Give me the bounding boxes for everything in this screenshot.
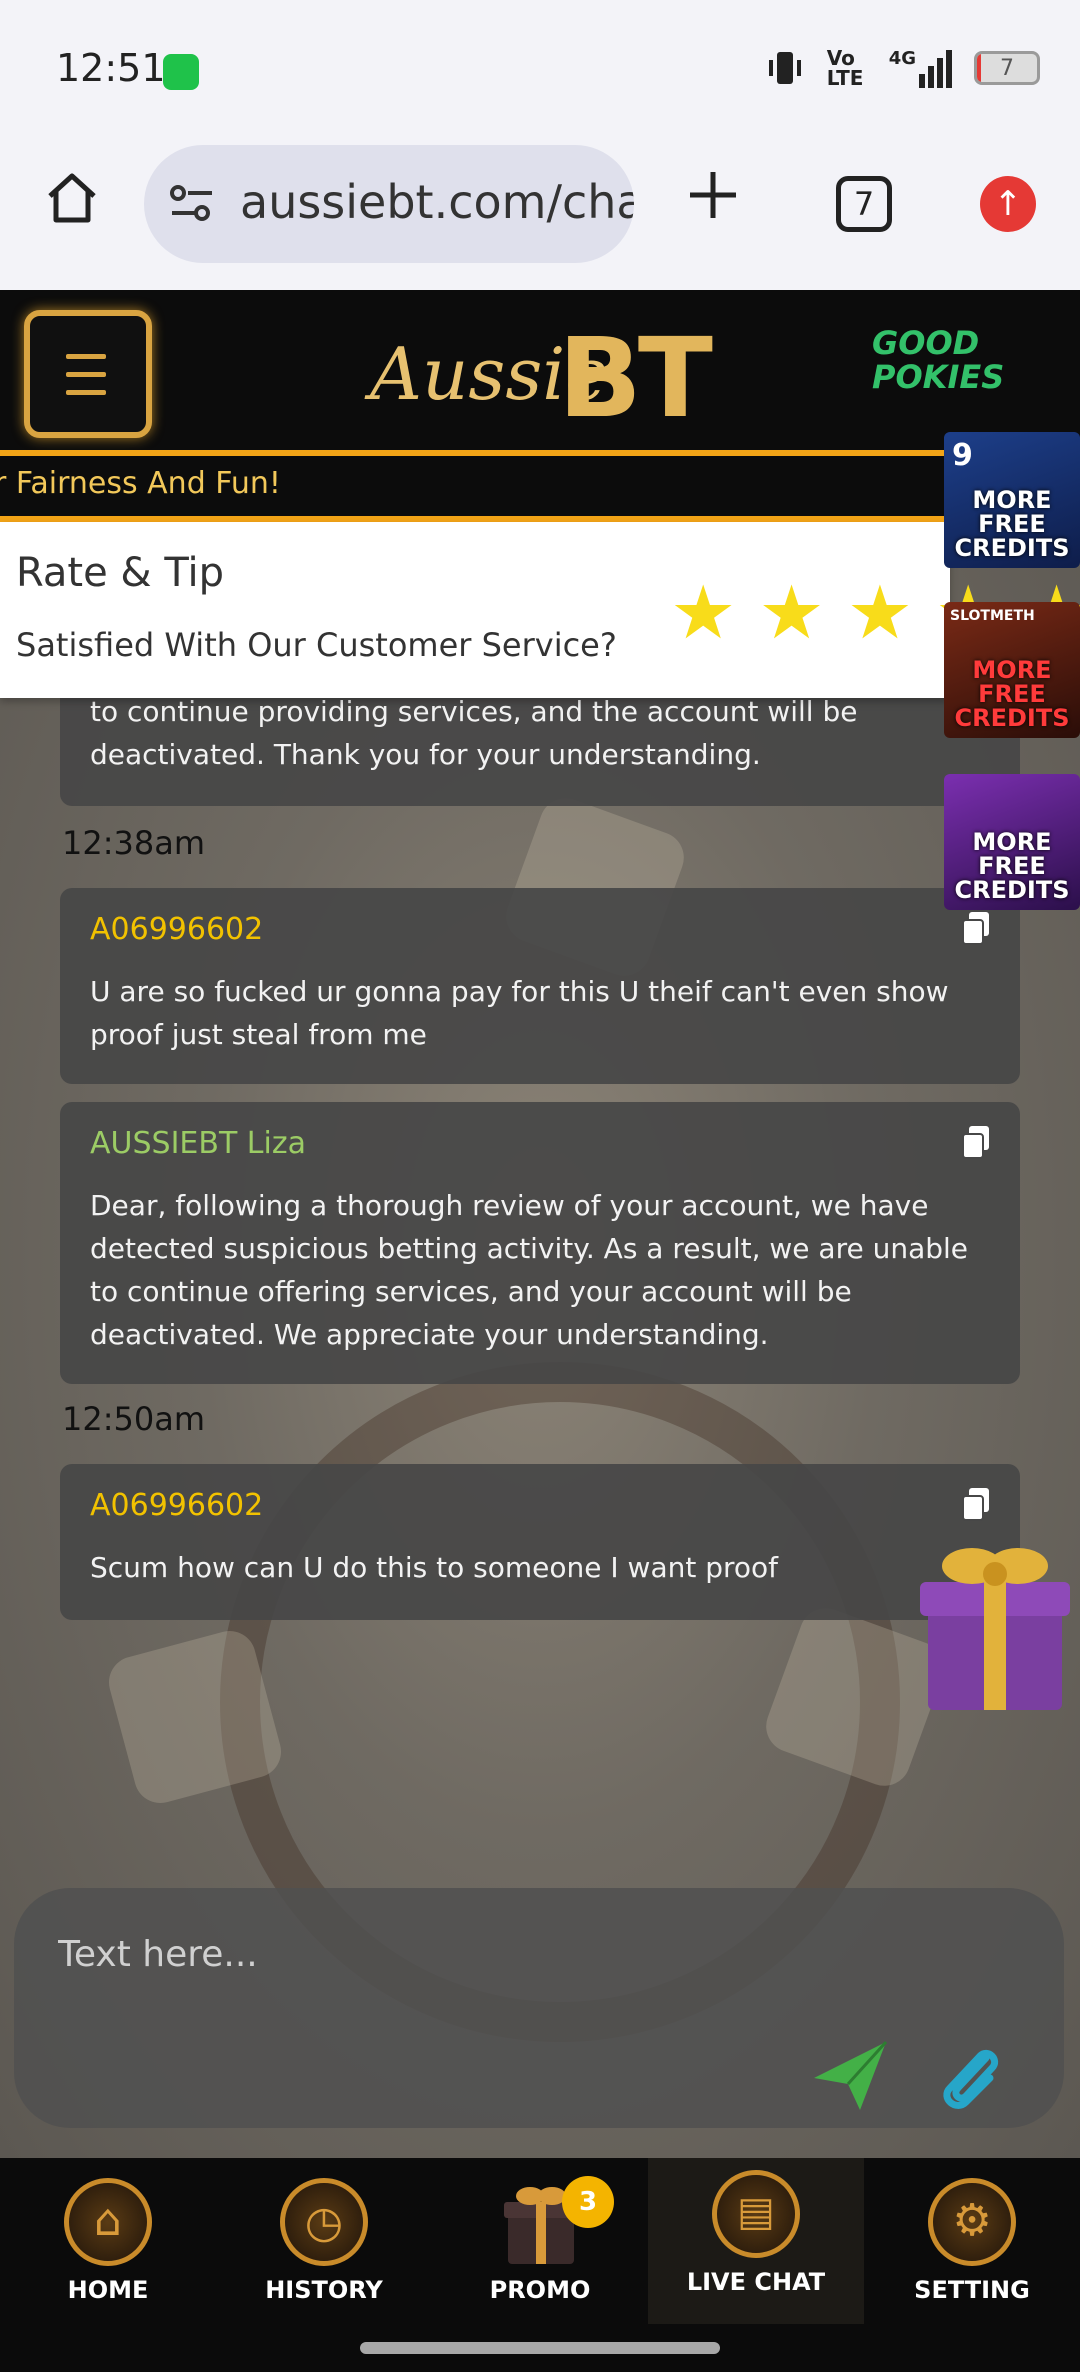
- rate-title: Rate & Tip: [16, 550, 225, 596]
- copy-icon[interactable]: [960, 1486, 992, 1522]
- nav-home[interactable]: ⌂ HOME: [0, 2158, 216, 2324]
- volte-icon: Vo LTE: [826, 46, 864, 90]
- nav-label: HISTORY: [265, 2276, 383, 2304]
- menu-button[interactable]: [24, 310, 152, 438]
- partner-logo[interactable]: GOOD POKIES: [872, 326, 1072, 426]
- nav-label: PROMO: [489, 2276, 591, 2304]
- message-text: to continue providing services, and the …: [90, 695, 858, 771]
- nav-label: SETTING: [914, 2276, 1030, 2304]
- logo-mark: BT: [558, 314, 713, 442]
- nav-label: LIVE CHAT: [686, 2268, 826, 2296]
- menu-bar-icon: [66, 390, 106, 395]
- marquee-banner: r Fairness And Fun!: [0, 450, 1080, 522]
- tab-switcher-button[interactable]: 7: [836, 176, 892, 232]
- message-composer: [14, 1888, 1064, 2128]
- star-icon[interactable]: ★: [758, 576, 824, 650]
- promo-ad-credits[interactable]: SLOTMETH MORE FREE CREDITS: [944, 602, 1080, 738]
- address-bar[interactable]: aussiebt.com/chat: [144, 145, 634, 263]
- copy-icon[interactable]: [960, 1124, 992, 1160]
- new-tab-icon[interactable]: [686, 168, 740, 222]
- marquee-text: r Fairness And Fun!: [0, 466, 281, 501]
- promo-ad-badge: 9: [952, 438, 973, 473]
- menu-bar-icon: [66, 354, 106, 359]
- home-icon[interactable]: [44, 170, 100, 226]
- network-label: 4G: [888, 48, 916, 69]
- copy-icon[interactable]: [960, 910, 992, 946]
- gift-box-icon[interactable]: [910, 1530, 1080, 1720]
- rate-tip-panel[interactable]: Rate & Tip Satisfied With Our Customer S…: [0, 522, 1080, 698]
- promo-ad-badge: SLOTMETH: [950, 608, 1035, 624]
- nav-promo[interactable]: 3 PROMO: [432, 2158, 648, 2324]
- message-text: Scum how can U do this to someone I want…: [90, 1551, 779, 1584]
- menu-bar-icon: [66, 372, 106, 377]
- update-icon[interactable]: ↑: [980, 176, 1036, 232]
- nav-label: HOME: [67, 2276, 149, 2304]
- message-sender: A06996602: [90, 1488, 264, 1523]
- promo-ad-credits[interactable]: 9 MORE FREE CREDITS: [944, 432, 1080, 568]
- vibrate-icon: [768, 52, 801, 84]
- network-icon: 4G: [889, 48, 952, 88]
- chat-bubble-icon: ▤: [712, 2170, 800, 2258]
- promo-ad-label: MORE FREE CREDITS: [954, 486, 1070, 562]
- chat-message: A06996602 Scum how can U do this to some…: [60, 1464, 1020, 1620]
- nav-history[interactable]: ◷ HISTORY: [216, 2158, 432, 2324]
- bottom-nav: ⌂ HOME ◷ HISTORY 3 PROMO ▤ LIVE CHAT ⚙ S…: [0, 2158, 1080, 2324]
- status-bar: 12:51 Vo LTE 4G 7: [0, 0, 1080, 130]
- message-input[interactable]: [58, 1922, 778, 1986]
- promo-ad-label: MORE FREE CREDITS: [954, 828, 1070, 904]
- nav-live-chat[interactable]: ▤ LIVE CHAT: [648, 2158, 864, 2324]
- chat-message: to continue providing services, and the …: [60, 680, 1020, 806]
- clock-icon: ◷: [280, 2178, 368, 2266]
- rate-subtitle: Satisfied With Our Customer Service?: [16, 626, 617, 664]
- site-logo[interactable]: Aussie BT: [360, 304, 720, 442]
- nav-setting[interactable]: ⚙ SETTING: [864, 2158, 1080, 2324]
- promo-ad-credits[interactable]: MORE FREE CREDITS: [944, 774, 1080, 910]
- site-settings-icon[interactable]: [168, 183, 216, 223]
- partner-logo-line2: POKIES: [872, 358, 1005, 396]
- chat-message: AUSSIEBT Liza Dear, following a thorough…: [60, 1102, 1020, 1384]
- status-time: 12:51: [56, 46, 166, 90]
- home-gesture-pill[interactable]: [360, 2342, 720, 2354]
- send-icon[interactable]: [810, 2038, 890, 2114]
- gesture-bar: [0, 2324, 1080, 2372]
- partner-logo-line1: GOOD: [872, 324, 980, 362]
- battery-icon: 7: [974, 51, 1040, 85]
- attach-icon[interactable]: [934, 2038, 1004, 2114]
- message-text: U are so fucked ur gonna pay for this U …: [90, 975, 949, 1051]
- gear-icon: ⚙: [928, 2178, 1016, 2266]
- chat-message: A06996602 U are so fucked ur gonna pay f…: [60, 888, 1020, 1084]
- message-text: Dear, following a thorough review of you…: [90, 1189, 969, 1351]
- app-notification-icon: [163, 54, 199, 90]
- message-sender: AUSSIEBT Liza: [90, 1126, 306, 1161]
- star-icon[interactable]: ★: [847, 576, 913, 650]
- battery-label: 7: [1000, 56, 1014, 81]
- url-text[interactable]: aussiebt.com/chat: [240, 175, 634, 229]
- promo-count-badge: 3: [562, 2176, 614, 2228]
- status-icons: Vo LTE 4G 7: [765, 48, 1040, 88]
- site-header: Aussie BT GOOD POKIES: [0, 290, 1080, 450]
- message-timestamp: 12:38am: [62, 824, 205, 862]
- browser-toolbar: aussiebt.com/chat 7 ↑: [0, 130, 1080, 290]
- home-icon: ⌂: [64, 2178, 152, 2266]
- message-sender: A06996602: [90, 912, 264, 947]
- promo-ad-label: MORE FREE CREDITS: [954, 656, 1070, 732]
- star-icon[interactable]: ★: [670, 576, 736, 650]
- message-timestamp: 12:50am: [62, 1400, 205, 1438]
